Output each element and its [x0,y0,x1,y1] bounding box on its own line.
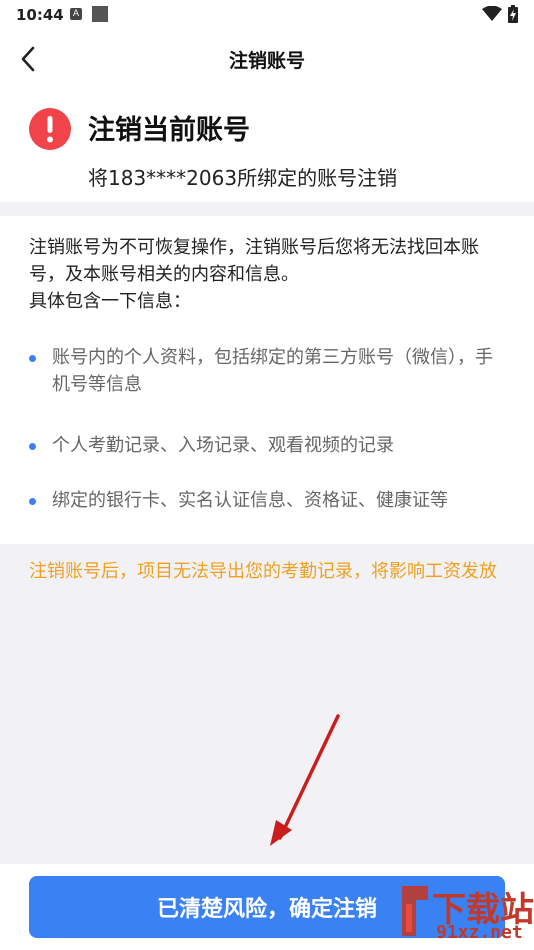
watermark-url: 91xz.net [436,922,523,943]
account-header: 注销当前账号 将183****2063所绑定的账号注销 [0,88,534,202]
info-card: 注销账号为不可恢复操作，注销账号后您将无法找回本账号，及本账号相关的内容和信息。… [0,216,534,544]
alert-icon [29,108,71,150]
status-time: 10:44 [16,6,64,24]
nav-bar: 注销账号 [0,30,534,88]
watermark-logo-icon [402,886,428,936]
header-title: 注销当前账号 [88,115,250,146]
intro-line2: 具体包含一下信息： [29,291,191,312]
header-subtitle: 将183****2063所绑定的账号注销 [88,166,398,190]
warning-note: 注销账号后，项目无法导出您的考勤记录，将影响工资发放 [29,561,497,582]
status-bar: 10:44 A [0,0,534,30]
battery-icon [508,5,518,23]
red-arrow-annotation [270,714,340,846]
list-item: 绑定的银行卡、实名认证信息、资格证、健康证等 [29,487,448,514]
notification-icon [92,6,108,22]
intro-text: 注销账号为不可恢复操作，注销账号后您将无法找回本账号，及本账号相关的内容和信息。… [29,234,509,315]
page-title: 注销账号 [228,50,305,72]
status-badge: A [70,8,82,20]
list-item: 个人考勤记录、入场记录、观看视频的记录 [29,432,394,459]
intro-line1: 注销账号为不可恢复操作，注销账号后您将无法找回本账号，及本账号相关的内容和信息。 [29,237,479,285]
wifi-icon [482,6,502,21]
list-item: 账号内的个人资料，包括绑定的第三方账号（微信），手机号等信息 [29,344,509,398]
